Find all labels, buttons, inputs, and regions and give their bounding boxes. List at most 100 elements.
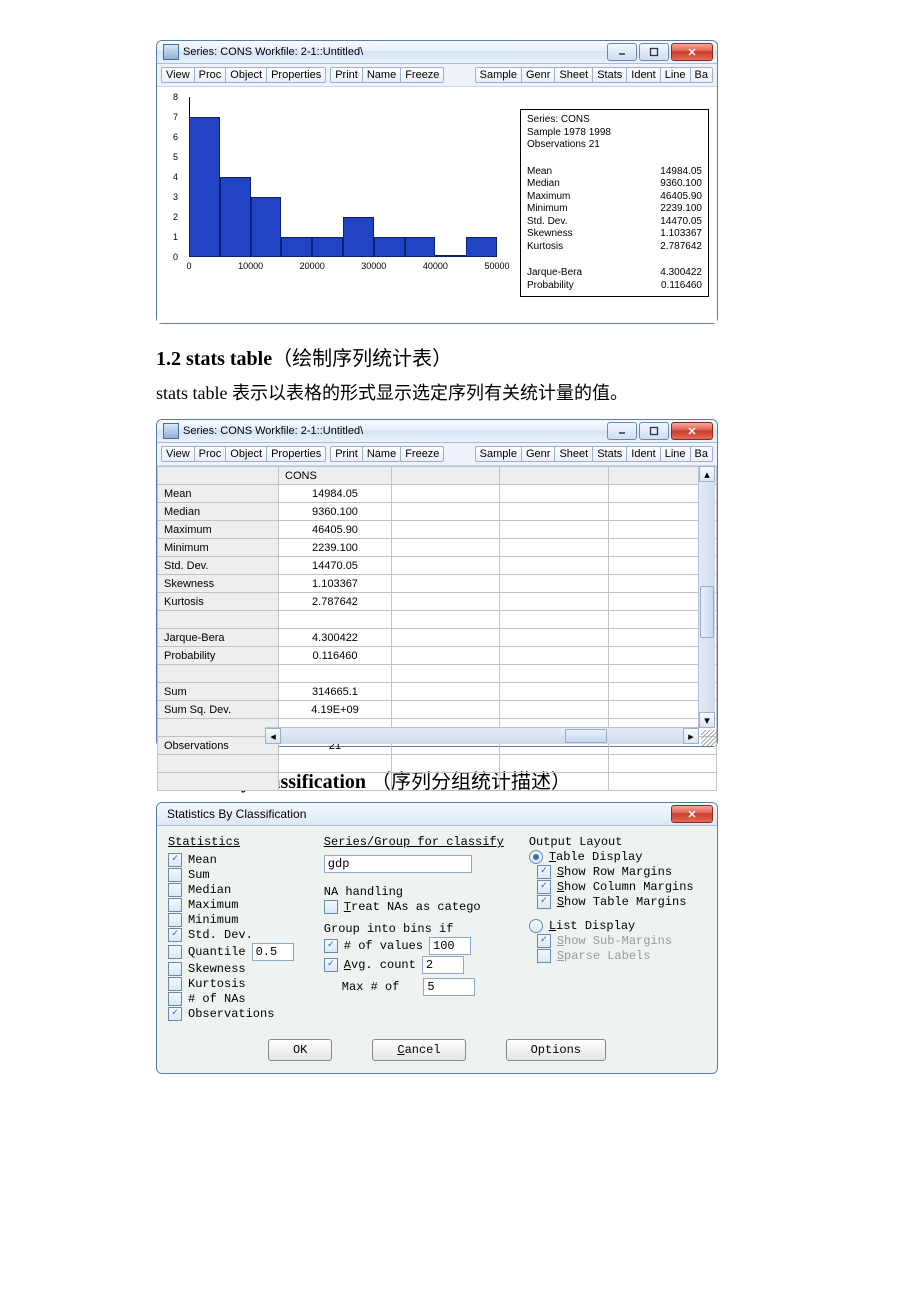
column-header: CONS [279, 467, 392, 485]
table-row [158, 755, 717, 773]
toolbar-sheet[interactable]: Sheet [554, 67, 593, 83]
toolbar-line[interactable]: Line [660, 446, 691, 462]
group-title-series: Series/Group for classify [324, 835, 511, 849]
stat-checkbox-median[interactable]: Median [168, 883, 306, 897]
y-axis-tick: 7 [173, 112, 485, 122]
close-button[interactable] [671, 805, 713, 823]
group-title-statistics: Statistics [168, 835, 306, 849]
stat-checkbox-mean[interactable]: Mean [168, 853, 306, 867]
dialog-titlebar[interactable]: Statistics By Classification [157, 803, 717, 826]
titlebar[interactable]: Series: CONS Workfile: 2-1::Untitled\ [157, 420, 717, 443]
maximize-button[interactable] [639, 43, 669, 61]
quantile-input[interactable] [252, 943, 294, 961]
toolbar-properties[interactable]: Properties [266, 446, 326, 462]
options-button[interactable]: Options [506, 1039, 606, 1061]
stats-row: Std. Dev.14470.05 [527, 216, 702, 229]
toolbar-sample[interactable]: Sample [475, 446, 522, 462]
toolbar-print[interactable]: Print [330, 67, 363, 83]
ok-button[interactable]: OK [268, 1039, 332, 1061]
toolbar-properties[interactable]: Properties [266, 67, 326, 83]
y-axis-tick: 6 [173, 132, 485, 142]
scroll-up-icon[interactable]: ▴ [699, 466, 715, 482]
stats-row: Mean14984.05 [527, 166, 702, 179]
toolbar-ident[interactable]: Ident [626, 67, 660, 83]
toolbar-stats[interactable]: Stats [592, 446, 627, 462]
resize-grip[interactable] [701, 730, 717, 746]
stat-checkbox-skewness[interactable]: Skewness [168, 962, 306, 976]
toolbar-object[interactable]: Object [225, 446, 267, 462]
x-axis-tick: 20000 [300, 261, 325, 271]
toolbar-view[interactable]: View [161, 67, 195, 83]
toolbar-genr[interactable]: Genr [521, 67, 555, 83]
toolbar-view[interactable]: View [161, 446, 195, 462]
na-checkbox[interactable]: Treat NAs as catego [324, 900, 511, 914]
scroll-down-icon[interactable]: ▾ [699, 712, 715, 728]
stat-checkbox--of-nas[interactable]: # of NAs [168, 992, 306, 1006]
toolbar-name[interactable]: Name [362, 446, 401, 462]
dialog-stats-by-classification: Statistics By Classification Statistics … [156, 802, 718, 1074]
layout-opt-show-column-margins[interactable]: Show Column Margins [537, 880, 706, 894]
window-title: Series: CONS Workfile: 2-1::Untitled\ [183, 46, 607, 58]
bins-avg-input[interactable] [422, 956, 464, 974]
y-axis-tick: 1 [173, 232, 485, 242]
titlebar[interactable]: Series: CONS Workfile: 2-1::Untitled\ [157, 41, 717, 64]
radio-list-display[interactable]: List Display [529, 919, 706, 933]
bins-nvalues-checkbox[interactable]: # of values [324, 937, 511, 955]
x-axis-tick: 0 [186, 261, 191, 271]
cancel-button[interactable]: Cancel [372, 1039, 465, 1061]
layout-opt-show-row-margins[interactable]: Show Row Margins [537, 865, 706, 879]
stats-panel: Series: CONS Sample 1978 1998 Observatio… [520, 109, 709, 297]
stat-checkbox-quantile[interactable]: Quantile [168, 943, 306, 961]
toolbar-name[interactable]: Name [362, 67, 401, 83]
series-input[interactable] [324, 855, 472, 873]
radio-table-display[interactable]: Table Display [529, 850, 706, 864]
stat-checkbox-std-dev-[interactable]: Std. Dev. [168, 928, 306, 942]
bins-max-input[interactable] [423, 978, 475, 996]
bins-nvalues-input[interactable] [429, 937, 471, 955]
stat-checkbox-observations[interactable]: Observations [168, 1007, 306, 1021]
toolbar-group-right: SampleGenrSheetStatsIdentLineBa [475, 67, 713, 83]
scrollbar-thumb[interactable] [565, 729, 607, 743]
toolbar-object[interactable]: Object [225, 67, 267, 83]
toolbar-group-left: ViewProcObjectProperties [161, 67, 326, 83]
minimize-button[interactable] [607, 43, 637, 61]
toolbar-ba[interactable]: Ba [690, 446, 713, 462]
toolbar-ba[interactable]: Ba [690, 67, 713, 83]
table-row: Minimum2239.100 [158, 539, 717, 557]
scroll-left-icon[interactable]: ◂ [265, 728, 281, 744]
table-row: Median9360.100 [158, 503, 717, 521]
spreadsheet-icon [163, 423, 179, 439]
x-axis-tick: 40000 [423, 261, 448, 271]
toolbar-proc[interactable]: Proc [194, 446, 227, 462]
toolbar-sheet[interactable]: Sheet [554, 446, 593, 462]
y-axis-tick: 5 [173, 152, 485, 162]
x-axis-tick: 10000 [238, 261, 263, 271]
toolbar-freeze[interactable]: Freeze [400, 67, 444, 83]
horizontal-scrollbar[interactable]: ◂ ▸ [265, 727, 699, 744]
group-title-bins: Group into bins if [324, 922, 511, 936]
toolbar-freeze[interactable]: Freeze [400, 446, 444, 462]
vertical-scrollbar[interactable]: ▴ ▾ [698, 466, 715, 728]
maximize-button[interactable] [639, 422, 669, 440]
toolbar-stats[interactable]: Stats [592, 67, 627, 83]
toolbar-proc[interactable]: Proc [194, 67, 227, 83]
stat-checkbox-kurtosis[interactable]: Kurtosis [168, 977, 306, 991]
toolbar-print[interactable]: Print [330, 446, 363, 462]
stat-checkbox-sum[interactable]: Sum [168, 868, 306, 882]
bins-avg-checkbox[interactable]: Avg. count [324, 956, 511, 974]
close-button[interactable] [671, 43, 713, 61]
layout-opt-show-table-margins[interactable]: Show Table Margins [537, 895, 706, 909]
stat-checkbox-maximum[interactable]: Maximum [168, 898, 306, 912]
toolbar-line[interactable]: Line [660, 67, 691, 83]
minimize-button[interactable] [607, 422, 637, 440]
close-button[interactable] [671, 422, 713, 440]
toolbar-genr[interactable]: Genr [521, 446, 555, 462]
toolbar-sample[interactable]: Sample [475, 67, 522, 83]
scroll-right-icon[interactable]: ▸ [683, 728, 699, 744]
toolbar: ViewProcObjectProperties PrintNameFreeze… [157, 64, 717, 87]
stat-checkbox-minimum[interactable]: Minimum [168, 913, 306, 927]
window-stats-table: Series: CONS Workfile: 2-1::Untitled\ Vi… [156, 419, 718, 747]
toolbar-ident[interactable]: Ident [626, 446, 660, 462]
scrollbar-thumb[interactable] [700, 586, 714, 638]
bins-nvalues-label: # of values [344, 939, 423, 953]
